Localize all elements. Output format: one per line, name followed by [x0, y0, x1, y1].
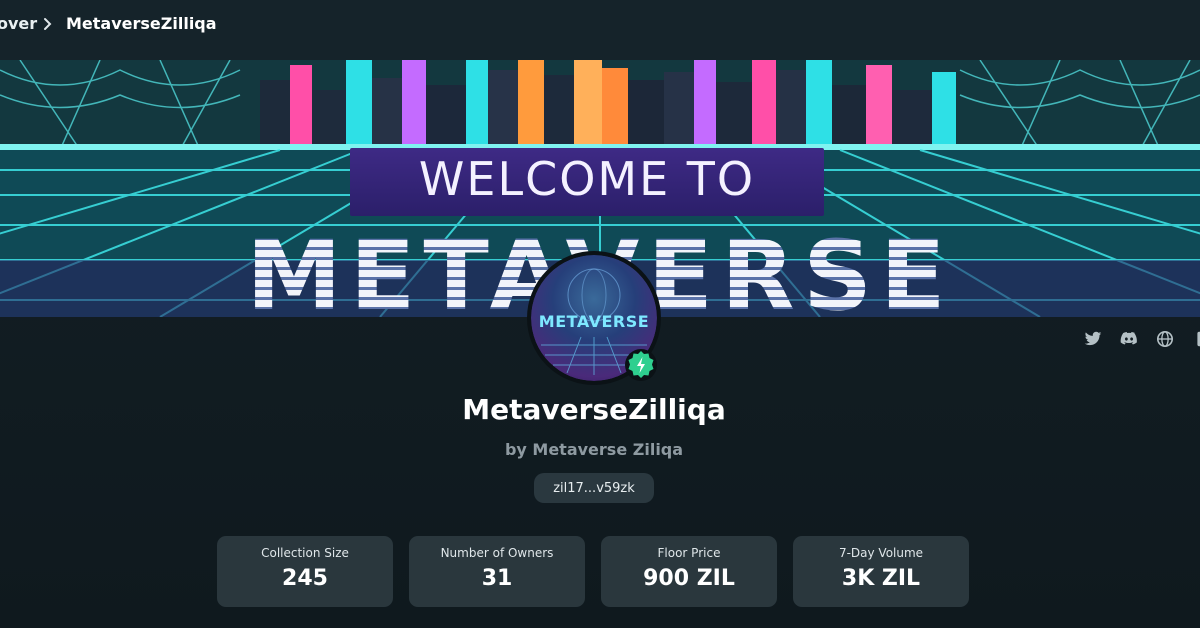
stat-value: 245 — [282, 566, 328, 591]
collection-title: MetaverseZilliqa — [462, 393, 726, 426]
breadcrumb-current: MetaverseZilliqa — [66, 14, 217, 33]
stat-label: 7-Day Volume — [838, 546, 924, 560]
stat-label: Floor Price — [657, 546, 721, 560]
stat-number-of-owners: Number of Owners 31 — [409, 536, 585, 607]
other-icon[interactable] — [1190, 328, 1200, 350]
collection-byline[interactable]: by Metaverse Ziliqa — [300, 440, 888, 459]
globe-icon[interactable] — [1154, 328, 1176, 350]
chevron-right-icon — [44, 18, 52, 30]
stat-value: 3K ZIL — [841, 566, 921, 591]
banner-welcome-text: WELCOME TO — [418, 152, 756, 206]
stat-value: 31 — [481, 566, 513, 591]
breadcrumb: over MetaverseZilliqa — [0, 0, 1200, 60]
stat-floor-price: Floor Price 900 ZIL — [601, 536, 777, 607]
stat-label: Number of Owners — [440, 546, 554, 560]
collection-page: over MetaverseZilliqa WELCOME TO METAVER… — [0, 0, 1200, 628]
discord-icon[interactable] — [1118, 328, 1140, 350]
social-links — [1082, 328, 1200, 350]
verified-badge-icon — [625, 349, 657, 381]
avatar-title: METAVERSE — [538, 312, 650, 331]
stat-7-day-volume: 7-Day Volume 3K ZIL — [793, 536, 969, 607]
contract-address-chip[interactable]: zil17...v59zk — [534, 473, 654, 503]
twitter-icon[interactable] — [1082, 328, 1104, 350]
breadcrumb-discover-link[interactable]: over — [0, 14, 37, 33]
stat-value: 900 ZIL — [643, 566, 735, 591]
stat-label: Collection Size — [261, 546, 349, 560]
collection-stats: Collection Size 245 Number of Owners 31 … — [217, 536, 969, 607]
stat-collection-size: Collection Size 245 — [217, 536, 393, 607]
